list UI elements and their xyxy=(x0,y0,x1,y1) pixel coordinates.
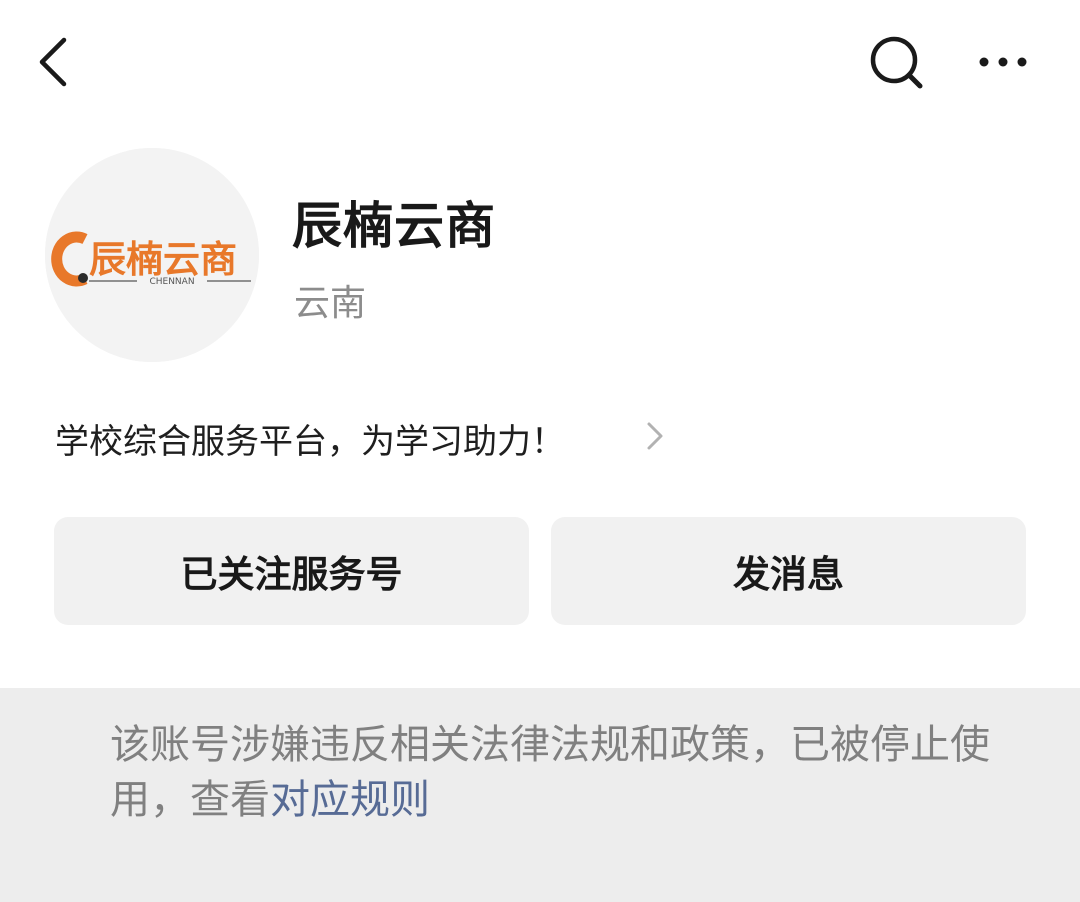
account-name: 辰楠云商 xyxy=(292,197,496,255)
account-description-row[interactable]: 学校综合服务平台，为学习助力！ xyxy=(55,408,695,464)
account-profile-page: 辰楠云商 CHENNAN 辰楠云商 云南 学校综合服务平台，为学习助力！ 已关注… xyxy=(0,0,1080,902)
notice-text-block: 该账号涉嫌违反相关法律法规和政策，已被停止使用，查看对应规则 xyxy=(110,718,990,828)
more-horizontal-icon xyxy=(979,57,1027,67)
send-message-button[interactable]: 发消息 xyxy=(551,517,1026,625)
account-description: 学校综合服务平台，为学习助力！ xyxy=(55,422,565,462)
suspension-notice: 该账号涉嫌违反相关法律法规和政策，已被停止使用，查看对应规则 xyxy=(0,688,1080,902)
more-button[interactable] xyxy=(970,36,1036,88)
back-button[interactable] xyxy=(28,30,84,94)
logo-text: 辰楠云商 xyxy=(89,238,237,281)
top-navigation-bar xyxy=(0,0,1080,125)
chevron-right-icon xyxy=(647,422,663,450)
notice-message: 该账号涉嫌违反相关法律法规和政策，已被停止使用，查看 xyxy=(110,722,990,823)
followed-account-button[interactable]: 已关注服务号 xyxy=(54,517,529,625)
chennan-logo: 辰楠云商 CHENNAN xyxy=(45,148,259,362)
chevron-left-icon xyxy=(39,37,67,87)
logo-subtext: CHENNAN xyxy=(149,277,194,287)
search-icon xyxy=(870,36,923,89)
account-avatar[interactable]: 辰楠云商 CHENNAN xyxy=(45,148,259,362)
search-button[interactable] xyxy=(862,30,930,94)
rules-link[interactable]: 对应规则 xyxy=(270,777,430,823)
account-region: 云南 xyxy=(294,283,367,324)
